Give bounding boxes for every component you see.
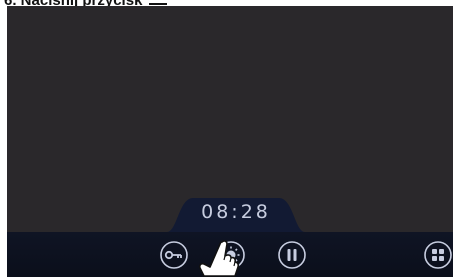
pause-button[interactable] (277, 240, 307, 270)
bottom-toolbar (7, 232, 453, 277)
menu-grid-icon (424, 241, 452, 269)
brightness-button[interactable] (216, 240, 246, 270)
unlock-button[interactable] (159, 240, 189, 270)
button-reference-icon (148, 0, 167, 5)
brightness-icon (217, 241, 245, 269)
monitor-screen: 08:28 (7, 6, 453, 277)
key-icon (160, 241, 188, 269)
pause-icon (278, 241, 306, 269)
manual-page: 6. Naciśnij przycisk 08:28 (0, 0, 455, 277)
timer-tab: 08:28 (167, 192, 305, 232)
menu-button[interactable] (423, 240, 453, 270)
call-timer: 08:28 (201, 201, 271, 223)
